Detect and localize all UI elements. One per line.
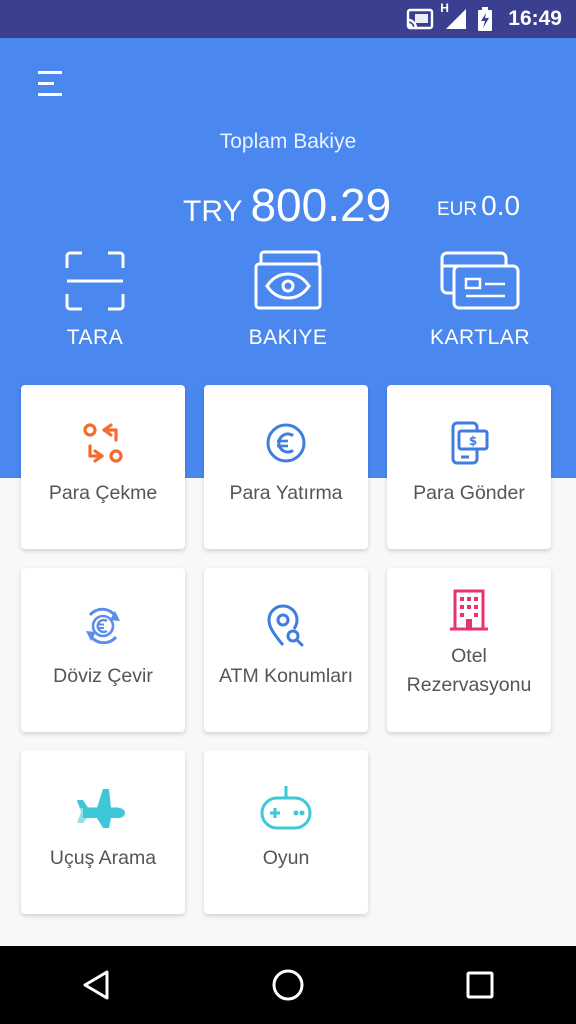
currency-exchange-label: Döviz Çevir bbox=[53, 665, 153, 687]
recents-button[interactable] bbox=[440, 955, 520, 1015]
cast-icon bbox=[406, 8, 434, 30]
home-circle-icon bbox=[272, 969, 304, 1001]
balance-button[interactable]: BAKIYE bbox=[213, 250, 363, 350]
scan-label: TARA bbox=[66, 326, 124, 349]
balance-label: BAKIYE bbox=[248, 326, 328, 349]
send-money-label: Para Gönder bbox=[413, 482, 525, 504]
status-bar: H 16:49 bbox=[0, 0, 576, 38]
system-nav-bar bbox=[0, 946, 576, 1024]
flight-search-card[interactable]: Uçuş Arama bbox=[21, 750, 185, 914]
game-label: Oyun bbox=[262, 847, 310, 869]
swap-arrows-icon bbox=[82, 421, 124, 465]
banknote-icon bbox=[254, 250, 322, 310]
withdraw-label: Para Çekme bbox=[48, 482, 158, 504]
game-card[interactable]: Oyun bbox=[204, 750, 368, 914]
eur-currency: EUR bbox=[437, 199, 478, 220]
try-currency: TRY bbox=[183, 195, 243, 228]
euro-coin-icon bbox=[265, 421, 307, 465]
atm-locations-card[interactable]: ATM Konumları bbox=[204, 568, 368, 732]
deposit-card[interactable]: Para Yatırma bbox=[204, 385, 368, 549]
cards-icon bbox=[440, 251, 520, 310]
flight-search-label: Uçuş Arama bbox=[49, 847, 157, 869]
cards-button[interactable]: KARTLAR bbox=[405, 250, 555, 350]
home-button[interactable] bbox=[248, 955, 328, 1015]
eur-amount: 0.0 bbox=[481, 190, 521, 221]
deposit-label: Para Yatırma bbox=[229, 482, 343, 504]
menu-button[interactable] bbox=[36, 68, 66, 98]
atm-locations-label: ATM Konumları bbox=[218, 665, 353, 687]
airplane-icon bbox=[75, 786, 131, 830]
map-pin-search-icon bbox=[266, 604, 306, 648]
send-money-card[interactable]: $ Para Gönder bbox=[387, 385, 551, 549]
withdraw-card[interactable]: Para Çekme bbox=[21, 385, 185, 549]
svg-text:$: $ bbox=[469, 434, 477, 448]
hotel-booking-label: Otel Rezervasyonu bbox=[406, 645, 532, 696]
try-balance: TRY 800.29 bbox=[183, 178, 391, 232]
scan-button[interactable]: TARA bbox=[20, 250, 170, 350]
eur-balance: EUR 0.0 bbox=[437, 190, 520, 222]
try-amount: 800.29 bbox=[250, 179, 392, 231]
hotel-booking-card[interactable]: Otel Rezervasyonu bbox=[387, 568, 551, 732]
gamepad-icon bbox=[259, 786, 313, 830]
hamburger-icon bbox=[38, 71, 62, 96]
hotel-building-icon bbox=[449, 588, 489, 632]
recents-square-icon bbox=[466, 971, 494, 999]
euro-exchange-icon bbox=[82, 604, 124, 648]
total-balance-label: Toplam Bakiye bbox=[219, 130, 357, 153]
back-triangle-icon bbox=[83, 970, 109, 1000]
currency-exchange-card[interactable]: Döviz Çevir bbox=[21, 568, 185, 732]
clock: 16:49 bbox=[508, 7, 562, 30]
battery-icon bbox=[478, 7, 493, 31]
back-button[interactable] bbox=[56, 955, 136, 1015]
cards-label: KARTLAR bbox=[430, 326, 530, 349]
scan-frame-icon bbox=[65, 251, 125, 311]
signal-icon: H bbox=[440, 1, 468, 31]
network-type: H bbox=[440, 1, 449, 15]
phone-money-icon: $ bbox=[449, 421, 489, 465]
